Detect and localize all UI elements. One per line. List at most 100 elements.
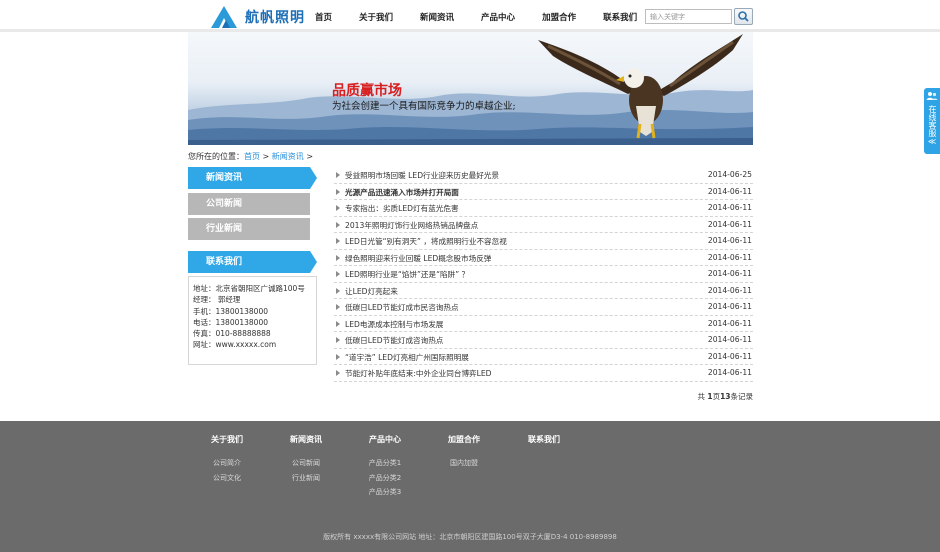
news-list-item[interactable]: LED日光管“别有洞天” ，将成照明行业不容忽视 2014-06-11	[334, 233, 753, 250]
footer-link[interactable]: 国内加盟	[434, 456, 494, 471]
news-list-item[interactable]: 让LED灯亮起来 2014-06-11	[334, 283, 753, 299]
news-title-link[interactable]: LED照明行业是“馅饼”还是“陷阱” ？	[345, 269, 469, 280]
bullet-arrow-icon	[336, 353, 340, 360]
bullet-arrow-icon	[336, 172, 340, 178]
news-date: 2014-06-11	[707, 285, 752, 295]
news-list-item[interactable]: LED照明行业是“馅饼”还是“陷阱” ？ 2014-06-11	[334, 266, 753, 283]
contact-mobile: 手机：13800138000	[193, 306, 268, 316]
news-title-link[interactable]: 节能灯补贴年底结束:中外企业同台博弈LED	[345, 368, 492, 379]
online-service-float[interactable]: 在线客服 ≪	[924, 88, 940, 154]
news-date: 2014-06-11	[707, 318, 752, 328]
news-list-item[interactable]: 专家指出：劣质LED灯有蓝光危害 2014-06-11	[334, 200, 753, 217]
breadcrumb-current[interactable]: 新闻资讯	[272, 152, 304, 161]
bullet-arrow-icon	[336, 205, 340, 211]
news-title-link[interactable]: 受益照明市场回暖 LED行业迎来历史最好光景	[345, 170, 499, 181]
sail-logo-icon	[211, 6, 237, 28]
news-title-link[interactable]: “道宇浩” LED灯亮相广州国际照明展	[345, 352, 469, 363]
footer-link[interactable]: 公司新闻	[276, 456, 336, 471]
bullet-arrow-icon	[336, 254, 340, 261]
footer-col-title[interactable]: 加盟合作	[434, 434, 494, 445]
search-input[interactable]: 输入关键字	[645, 9, 732, 24]
news-title-link[interactable]: LED电源成本控制与市场发展	[345, 319, 443, 330]
news-title-link[interactable]: 让LED灯亮起来	[345, 286, 398, 297]
pagination-summary: 共 1页13条记录	[697, 391, 753, 402]
breadcrumb-home[interactable]: 首页	[244, 152, 260, 161]
footer-link[interactable]: 产品分类3	[355, 485, 415, 500]
pager-count: 13	[720, 392, 731, 401]
footer-link[interactable]: 产品分类1	[355, 456, 415, 471]
footer-col-contact: 联系我们	[514, 434, 574, 456]
bullet-arrow-icon	[336, 320, 340, 327]
news-title-link[interactable]: 低碳日LED节能灯成咨询热点	[345, 335, 443, 346]
news-title-link[interactable]: LED日光管“别有洞天” ，将成照明行业不容忽视	[345, 236, 507, 247]
hero-banner: 品质赢市场 为社会创建一个具有国际竞争力的卓越企业;	[188, 32, 753, 145]
breadcrumb: 您所在的位置：首页 > 新闻资讯 >	[188, 151, 313, 162]
news-title-link[interactable]: 低碳日LED节能灯成市民咨询热点	[345, 302, 459, 313]
pager-suffix: 条记录	[730, 392, 754, 401]
breadcrumb-separator-end: >	[306, 152, 314, 161]
sidebar-section-title: 新闻资讯	[188, 167, 317, 189]
footer-col-title[interactable]: 新闻资讯	[276, 434, 336, 445]
bullet-arrow-icon	[336, 188, 340, 195]
pager-mid: 页	[712, 392, 721, 401]
collapse-chevron-icon[interactable]: ≪	[924, 137, 940, 146]
search-button[interactable]	[734, 8, 753, 25]
footer-copyright: 版权所有 xxxxx有限公司网站 地址：北京市朝阳区建国路100号双子大厦D3-…	[323, 533, 617, 541]
nav-about[interactable]: 关于我们	[359, 11, 393, 23]
search-icon	[738, 11, 749, 22]
news-title-link[interactable]: 光源产品迅速涌入市场并打开局面	[345, 187, 459, 198]
news-list-item[interactable]: 2013年照明灯饰行业网络热销品牌盘点 2014-06-11	[334, 217, 753, 233]
news-list-item[interactable]: 低碳日LED节能灯成市民咨询热点 2014-06-11	[334, 299, 753, 316]
nav-contact[interactable]: 联系我们	[603, 11, 637, 23]
footer-link[interactable]: 公司简介	[197, 456, 257, 471]
news-list-item[interactable]: LED电源成本控制与市场发展 2014-06-11	[334, 316, 753, 332]
footer-col-about: 关于我们 公司简介 公司文化	[197, 434, 257, 485]
news-date: 2014-06-25	[707, 170, 752, 179]
news-title-link[interactable]: 2013年照明灯饰行业网络热销品牌盘点	[345, 220, 478, 231]
news-list-item[interactable]: 光源产品迅速涌入市场并打开局面 2014-06-11	[334, 184, 753, 200]
footer-col-news: 新闻资讯 公司新闻 行业新闻	[276, 434, 336, 485]
news-list-item[interactable]: 受益照明市场回暖 LED行业迎来历史最好光景 2014-06-25	[334, 167, 753, 184]
breadcrumb-prefix: 您所在的位置：	[188, 152, 244, 161]
news-date: 2014-06-11	[707, 219, 752, 229]
footer-link[interactable]: 产品分类2	[355, 471, 415, 486]
eagle-image	[538, 34, 743, 139]
news-title-link[interactable]: 专家指出：劣质LED灯有蓝光危害	[345, 203, 459, 214]
nav-join[interactable]: 加盟合作	[542, 11, 576, 23]
news-date: 2014-06-11	[707, 351, 752, 361]
nav-products[interactable]: 产品中心	[481, 11, 515, 23]
bullet-arrow-icon	[336, 221, 340, 228]
site-logo[interactable]: 航帆照明	[209, 5, 305, 29]
news-title-link[interactable]: 绿色照明迎来行业回暖 LED概念股市场反弹	[345, 253, 491, 264]
banner-subtitle: 为社会创建一个具有国际竞争力的卓越企业;	[332, 101, 516, 112]
bullet-arrow-icon	[336, 370, 340, 376]
news-date: 2014-06-11	[707, 302, 752, 311]
footer-link[interactable]: 行业新闻	[276, 471, 336, 486]
breadcrumb-separator: >	[262, 152, 270, 161]
nav-home[interactable]: 首页	[315, 11, 332, 23]
footer-col-title[interactable]: 产品中心	[355, 434, 415, 445]
news-date: 2014-06-11	[707, 368, 752, 377]
news-date: 2014-06-11	[707, 236, 752, 245]
bullet-arrow-icon	[336, 271, 340, 277]
sidebar-item-industry-news[interactable]: 行业新闻	[188, 218, 310, 240]
contact-manager: 经理： 郭经理	[193, 295, 241, 305]
nav-news[interactable]: 新闻资讯	[420, 11, 454, 23]
footer-col-title[interactable]: 关于我们	[197, 434, 257, 445]
news-date: 2014-06-11	[707, 252, 752, 262]
news-list-item[interactable]: 低碳日LED节能灯成咨询热点 2014-06-11	[334, 332, 753, 349]
footer-link[interactable]: 公司文化	[197, 471, 257, 486]
news-list-item[interactable]: 绿色照明迎来行业回暖 LED概念股市场反弹 2014-06-11	[334, 250, 753, 266]
news-date: 2014-06-11	[707, 269, 752, 278]
news-list-item[interactable]: “道宇浩” LED灯亮相广州国际照明展 2014-06-11	[334, 349, 753, 365]
logo-text: 航帆照明	[245, 10, 305, 26]
news-date: 2014-06-11	[707, 203, 752, 212]
news-list-item[interactable]: 节能灯补贴年底结束:中外企业同台博弈LED 2014-06-11	[334, 365, 753, 382]
pager-prefix: 共	[697, 392, 708, 401]
footer-col-title[interactable]: 联系我们	[514, 434, 574, 445]
bullet-arrow-icon	[336, 238, 340, 244]
sidebar-item-company-news[interactable]: 公司新闻	[188, 193, 310, 215]
news-list: 受益照明市场回暖 LED行业迎来历史最好光景 2014-06-25 光源产品迅速涌入…	[334, 167, 753, 382]
contact-phone: 电话：13800138000	[193, 317, 268, 327]
online-service-label: 在线客服	[928, 105, 937, 137]
